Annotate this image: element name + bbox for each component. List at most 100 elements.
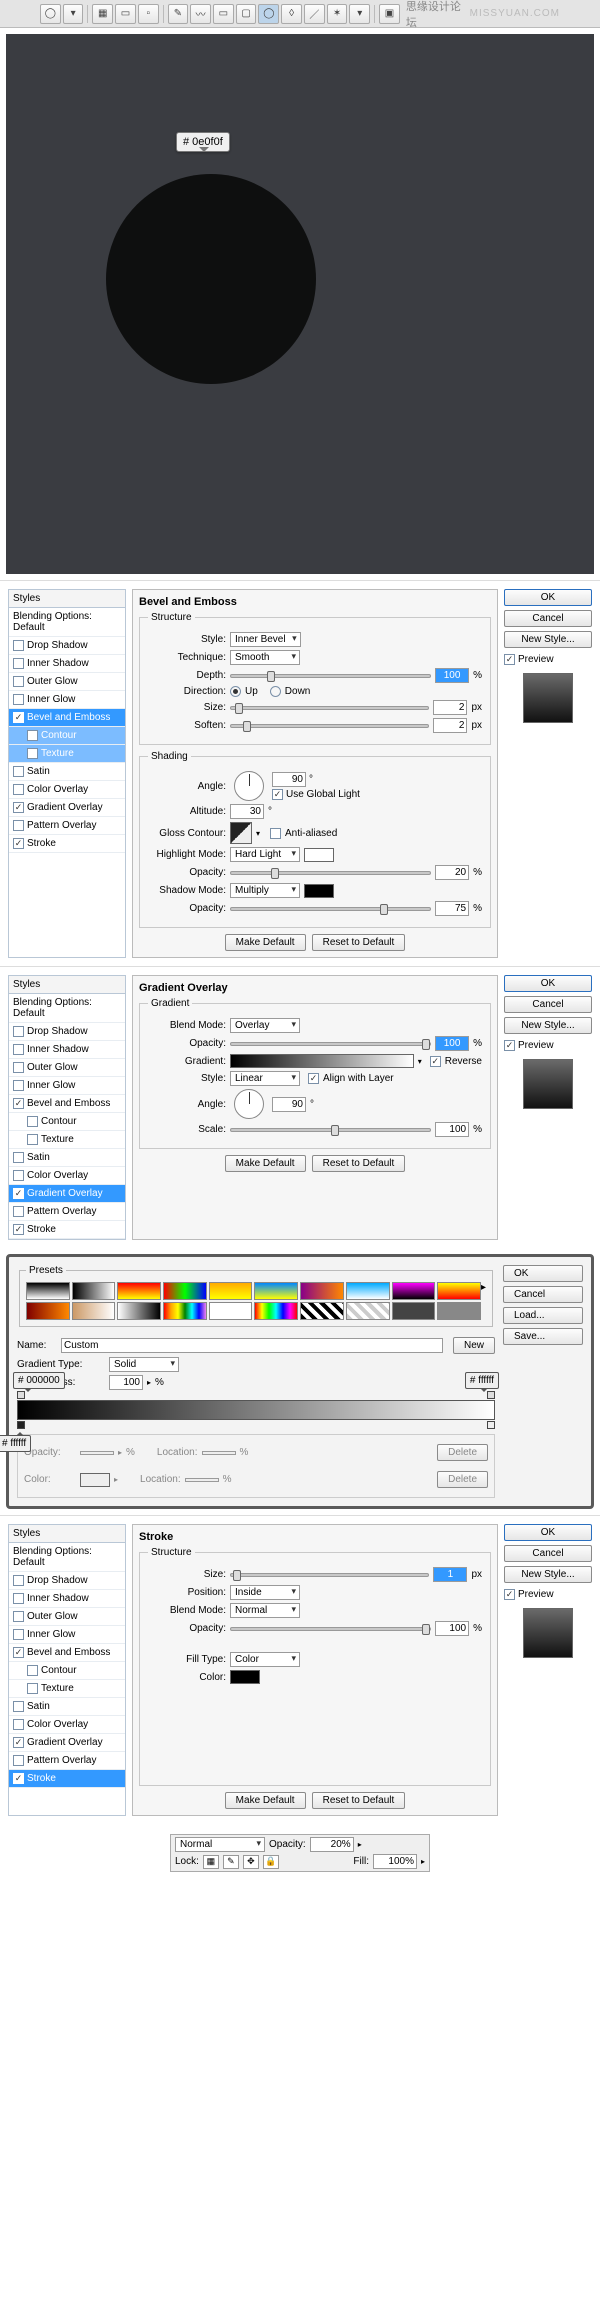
opacity-value[interactable]: 100 <box>435 1036 469 1051</box>
color-stop-right[interactable] <box>487 1421 495 1429</box>
dropdown-icon[interactable]: ▾ <box>63 4 84 24</box>
h-opacity-slider[interactable] <box>230 871 431 875</box>
fx-color-overlay[interactable]: Color Overlay <box>9 781 125 799</box>
fx-inner-shadow[interactable]: Inner Shadow <box>9 1590 125 1608</box>
size-slider[interactable] <box>230 1573 429 1577</box>
line-icon[interactable]: ／ <box>304 4 325 24</box>
ok-button[interactable]: OK <box>504 589 592 606</box>
fx-inner-glow[interactable]: Inner Glow <box>9 691 125 709</box>
fx-gradient-overlay[interactable]: Gradient Overlay <box>9 1734 125 1752</box>
lock-transparency-icon[interactable]: ▦ <box>203 1855 219 1869</box>
reset-default-button[interactable]: Reset to Default <box>312 1792 406 1809</box>
path-combine-icon[interactable]: ▣ <box>379 4 400 24</box>
altitude-value[interactable]: 30 <box>230 804 264 819</box>
fx-stroke[interactable]: Stroke <box>9 835 125 853</box>
reset-default-button[interactable]: Reset to Default <box>312 934 406 951</box>
load-button[interactable]: Load... <box>503 1307 583 1324</box>
grad-style-dropdown[interactable]: Linear <box>230 1071 300 1086</box>
stop-opacity-field[interactable] <box>80 1451 114 1455</box>
position-dropdown[interactable]: Inside <box>230 1585 300 1600</box>
opacity-slider[interactable] <box>230 1042 431 1046</box>
s-opacity-value[interactable]: 75 <box>435 901 469 916</box>
opacity-value[interactable]: 100 <box>435 1621 469 1636</box>
stop-color-swatch[interactable] <box>80 1473 110 1487</box>
shape-ellipse-icon[interactable]: ◯ <box>40 4 61 24</box>
blending-options-row[interactable]: Blending Options: Default <box>9 608 125 637</box>
fx-stroke[interactable]: Stroke <box>9 1770 125 1788</box>
fx-bevel-emboss[interactable]: Bevel and Emboss <box>9 709 125 727</box>
angle-dial[interactable] <box>234 1089 264 1119</box>
gradient-preset-9[interactable] <box>437 1282 481 1300</box>
ellipse-shape[interactable] <box>106 174 316 384</box>
angle-value[interactable]: 90 <box>272 1097 306 1112</box>
fx-inner-shadow[interactable]: Inner Shadow <box>9 1041 125 1059</box>
fx-contour[interactable]: Contour <box>9 727 125 745</box>
preview-checkbox[interactable] <box>504 1040 515 1051</box>
gradient-preset-17[interactable] <box>346 1302 390 1320</box>
soften-slider[interactable] <box>230 724 429 728</box>
gradient-type-dropdown[interactable]: Solid <box>109 1357 179 1372</box>
fx-inner-glow[interactable]: Inner Glow <box>9 1077 125 1095</box>
antialiased-checkbox[interactable] <box>270 828 281 839</box>
fx-bevel-emboss[interactable]: Bevel and Emboss <box>9 1644 125 1662</box>
gradient-ramp[interactable]: # 000000 # ffffff # ffffff <box>17 1400 495 1420</box>
angle-dial[interactable] <box>234 771 264 801</box>
gradient-preset-0[interactable] <box>26 1282 70 1300</box>
fx-color-overlay[interactable]: Color Overlay <box>9 1167 125 1185</box>
scale-slider[interactable] <box>230 1128 431 1132</box>
blending-options-row[interactable]: Blending Options: Default <box>9 1543 125 1572</box>
size-slider[interactable] <box>230 706 429 710</box>
fx-satin[interactable]: Satin <box>9 763 125 781</box>
ok-button[interactable]: OK <box>504 1524 592 1541</box>
polygon-icon[interactable]: ◊ <box>281 4 302 24</box>
fx-satin[interactable]: Satin <box>9 1698 125 1716</box>
fx-outer-glow[interactable]: Outer Glow <box>9 673 125 691</box>
gradient-preset-3[interactable] <box>163 1282 207 1300</box>
direction-up-radio[interactable] <box>230 686 241 697</box>
layer-opacity-value[interactable]: 20% <box>310 1837 354 1852</box>
custom-shape-icon[interactable]: ✶ <box>327 4 348 24</box>
gradient-preset-12[interactable] <box>117 1302 161 1320</box>
freeform-icon[interactable]: 〰 <box>190 4 211 24</box>
make-default-button[interactable]: Make Default <box>225 934 306 951</box>
soften-value[interactable]: 2 <box>433 718 467 733</box>
gradient-preset-19[interactable] <box>437 1302 481 1320</box>
new-button[interactable]: New <box>453 1337 495 1354</box>
fx-gradient-overlay[interactable]: Gradient Overlay <box>9 799 125 817</box>
mode-shape-icon[interactable]: ▦ <box>92 4 113 24</box>
opacity-stop-left[interactable] <box>17 1391 25 1399</box>
ok-button[interactable]: OK <box>503 1265 583 1282</box>
gloss-contour-picker[interactable] <box>230 822 252 844</box>
gradient-preset-15[interactable] <box>254 1302 298 1320</box>
align-checkbox[interactable] <box>308 1073 319 1084</box>
fx-satin[interactable]: Satin <box>9 1149 125 1167</box>
gradient-preset-10[interactable] <box>26 1302 70 1320</box>
technique-dropdown[interactable]: Smooth <box>230 650 300 665</box>
fx-texture[interactable]: Texture <box>9 745 125 763</box>
depth-slider[interactable] <box>230 674 431 678</box>
fx-pattern-overlay[interactable]: Pattern Overlay <box>9 817 125 835</box>
pen-icon[interactable]: ✎ <box>168 4 189 24</box>
document-canvas[interactable]: # 0e0f0f <box>6 34 594 574</box>
stop-color-location-field[interactable] <box>185 1478 219 1482</box>
fx-inner-glow[interactable]: Inner Glow <box>9 1626 125 1644</box>
fx-texture[interactable]: Texture <box>9 1680 125 1698</box>
fx-stroke[interactable]: Stroke <box>9 1221 125 1239</box>
opacity-slider[interactable] <box>230 1627 431 1631</box>
shadow-mode-dropdown[interactable]: Multiply <box>230 883 300 898</box>
mode-path-icon[interactable]: ▭ <box>115 4 136 24</box>
blending-options-row[interactable]: Blending Options: Default <box>9 994 125 1023</box>
new-style-button[interactable]: New Style... <box>504 631 592 648</box>
delete-color-stop[interactable]: Delete <box>437 1471 488 1488</box>
make-default-button[interactable]: Make Default <box>225 1155 306 1172</box>
layer-blend-mode-dropdown[interactable]: Normal <box>175 1837 265 1852</box>
scale-value[interactable]: 100 <box>435 1122 469 1137</box>
fx-contour[interactable]: Contour <box>9 1113 125 1131</box>
stop-location-field[interactable] <box>202 1451 236 1455</box>
preview-checkbox[interactable] <box>504 654 515 665</box>
preview-checkbox[interactable] <box>504 1589 515 1600</box>
s-opacity-slider[interactable] <box>230 907 431 911</box>
cancel-button[interactable]: Cancel <box>504 610 592 627</box>
make-default-button[interactable]: Make Default <box>225 1792 306 1809</box>
fill-type-dropdown[interactable]: Color <box>230 1652 300 1667</box>
